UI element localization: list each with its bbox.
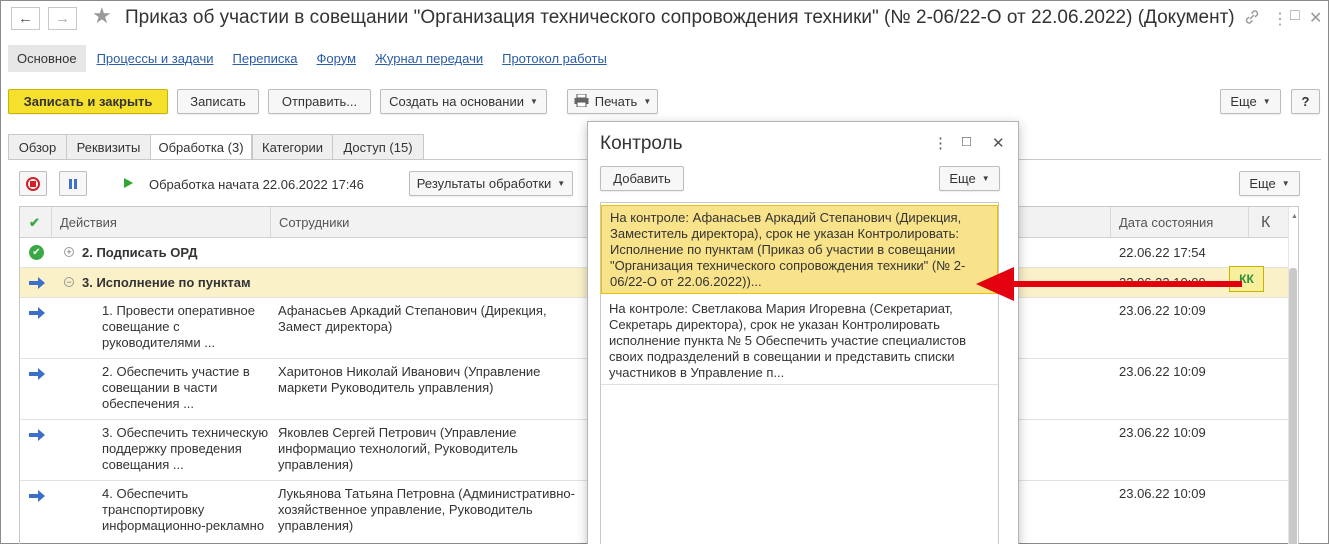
- print-button[interactable]: Печать ▼: [567, 89, 658, 114]
- maximize-icon[interactable]: □: [1290, 7, 1300, 25]
- popup-title: Контроль: [600, 133, 683, 154]
- help-button[interactable]: ?: [1291, 89, 1320, 114]
- row-action: 4. Обеспечить транспортировку информацио…: [102, 486, 265, 533]
- tab-categories[interactable]: Категории: [252, 134, 333, 160]
- play-icon: [124, 178, 133, 188]
- row-action: 2. Обеспечить участие в совещании в част…: [102, 364, 250, 411]
- section-processes-link[interactable]: Процессы и задачи: [97, 51, 214, 66]
- row-employee: Афанасьев Аркадий Степанович (Дирекция, …: [278, 303, 547, 334]
- row-date: 22.06.22 17:54: [1119, 245, 1206, 260]
- red-arrow-icon: [976, 267, 1242, 301]
- stop-icon: [26, 176, 40, 191]
- section-work-log-link[interactable]: Протокол работы: [502, 51, 607, 66]
- popup-more-button[interactable]: Еще ▼: [939, 166, 1000, 191]
- row-employee: Харитонов Николай Иванович (Управление м…: [278, 364, 541, 395]
- chevron-down-icon: ▼: [557, 179, 566, 188]
- expand-icon[interactable]: +: [64, 247, 74, 257]
- checkmark-column-icon: ✔: [20, 207, 52, 238]
- chevron-down-icon: ▼: [529, 97, 538, 106]
- tab-requisites[interactable]: Реквизиты: [66, 134, 151, 160]
- send-button[interactable]: Отправить...: [268, 89, 371, 114]
- column-status-date[interactable]: Дата состояния: [1111, 207, 1249, 238]
- table-more-button[interactable]: Еще ▼: [1239, 171, 1300, 196]
- tab-overview[interactable]: Обзор: [8, 134, 67, 160]
- window-title: Приказ об участии в совещании "Организац…: [125, 7, 1235, 28]
- row-action: 1. Провести оперативное совещание с руко…: [102, 303, 256, 350]
- popup-menu-icon[interactable]: ⋮: [933, 134, 948, 152]
- forward-button[interactable]: →: [48, 7, 77, 30]
- row-employee: Лукьянова Татьяна Петровна (Администрати…: [278, 486, 575, 533]
- arrow-right-icon: [29, 368, 45, 380]
- collapse-icon[interactable]: −: [64, 277, 74, 287]
- list-item[interactable]: На контроле: Светлакова Мария Игоревна (…: [601, 297, 998, 385]
- more-button[interactable]: Еще ▼: [1220, 89, 1281, 114]
- row-employee: Яковлев Сергей Петрович (Управление инфо…: [278, 425, 518, 472]
- control-list: На контроле: Афанасьев Аркадий Степанови…: [600, 202, 999, 544]
- pause-button[interactable]: [59, 171, 87, 196]
- section-correspondence-link[interactable]: Переписка: [233, 51, 298, 66]
- printer-icon: [574, 93, 589, 110]
- control-popup: Контроль ⋮ □ ✕ Добавить Еще ▼ На контроле…: [587, 121, 1019, 544]
- more-label: Еще: [1230, 94, 1257, 109]
- row-action: 3. Исполнение по пунктам: [82, 275, 251, 290]
- popup-more-label: Еще: [949, 171, 976, 186]
- favorite-star-icon[interactable]: ★: [92, 5, 112, 27]
- tab-processing[interactable]: Обработка (3): [150, 134, 252, 160]
- results-label: Результаты обработки: [416, 176, 552, 191]
- scroll-up-icon[interactable]: ▲: [1291, 213, 1298, 220]
- table-more-label: Еще: [1249, 176, 1276, 191]
- chevron-down-icon: ▼: [981, 174, 990, 183]
- tab-access[interactable]: Доступ (15): [332, 134, 424, 160]
- link-icon[interactable]: [1244, 9, 1260, 30]
- results-button[interactable]: Результаты обработки ▼: [409, 171, 573, 196]
- section-navigation: Основное Процессы и задачи Переписка Фор…: [8, 43, 615, 73]
- chevron-down-icon: ▼: [1281, 179, 1290, 188]
- arrow-right-icon: [29, 490, 45, 502]
- popup-close-icon[interactable]: ✕: [992, 134, 1005, 152]
- list-item[interactable]: На контроле: Афанасьев Аркадий Степанови…: [601, 205, 998, 294]
- pause-icon: [69, 178, 77, 189]
- row-date: 23.06.22 10:09: [1119, 364, 1206, 379]
- section-main[interactable]: Основное: [8, 44, 86, 72]
- add-button[interactable]: Добавить: [600, 166, 684, 191]
- create-based-label: Создать на основании: [389, 94, 524, 109]
- row-date: 23.06.22 10:09: [1119, 486, 1206, 501]
- close-icon[interactable]: ✕: [1309, 8, 1322, 28]
- section-transfer-log-link[interactable]: Журнал передачи: [375, 51, 483, 66]
- table-scrollbar[interactable]: ▲: [1288, 207, 1298, 544]
- popup-maximize-icon[interactable]: □: [962, 133, 971, 150]
- section-forum-link[interactable]: Форум: [317, 51, 357, 66]
- arrow-right-icon: [29, 429, 45, 441]
- stop-button[interactable]: [19, 171, 47, 196]
- row-date: 23.06.22 10:09: [1119, 303, 1206, 318]
- arrow-right-icon: →: [55, 10, 70, 27]
- column-control[interactable]: К: [1249, 207, 1290, 238]
- column-actions[interactable]: Действия: [52, 207, 271, 238]
- save-button[interactable]: Записать: [177, 89, 259, 114]
- chevron-down-icon: ▼: [1262, 97, 1271, 106]
- process-status: Обработка начата 22.06.2022 17:46: [149, 177, 364, 192]
- row-date: 23.06.22 10:09: [1119, 425, 1206, 440]
- completed-check-icon: ✔: [29, 245, 44, 260]
- menu-icon[interactable]: ⋮: [1272, 9, 1288, 29]
- save-close-button[interactable]: Записать и закрыть: [8, 89, 168, 114]
- print-label: Печать: [594, 94, 638, 109]
- arrow-left-icon: ←: [18, 10, 33, 27]
- arrow-right-icon: [29, 307, 45, 319]
- scroll-thumb[interactable]: [1289, 268, 1297, 544]
- row-action: 2. Подписать ОРД: [82, 245, 198, 260]
- create-based-button[interactable]: Создать на основании ▼: [380, 89, 547, 114]
- document-window: ← → ★ Приказ об участии в совещании "Орг…: [0, 0, 1329, 544]
- back-button[interactable]: ←: [11, 7, 40, 30]
- chevron-down-icon: ▼: [643, 97, 652, 106]
- title-bar: ← → ★ Приказ об участии в совещании "Орг…: [1, 1, 1328, 37]
- arrow-right-icon: [29, 277, 45, 289]
- row-action: 3. Обеспечить техническую поддержку пров…: [102, 425, 269, 472]
